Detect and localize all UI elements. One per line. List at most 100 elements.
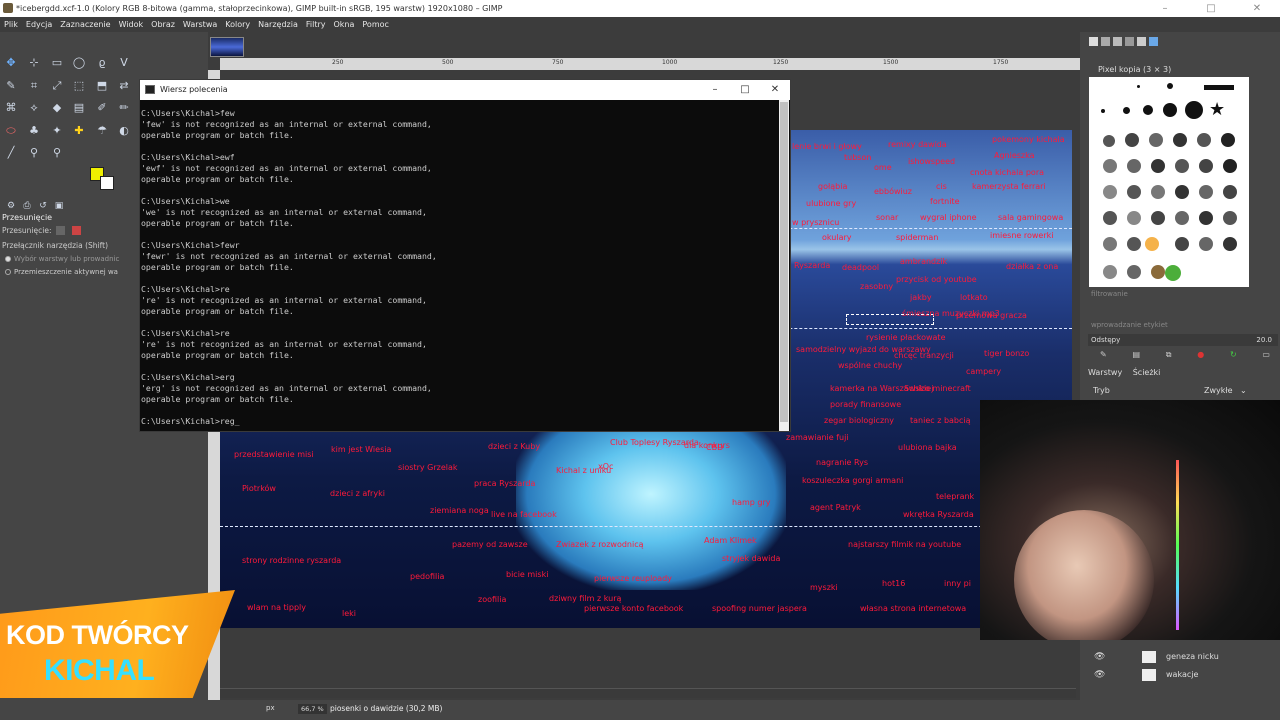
airbrush-icon[interactable]: ♣ [27, 124, 41, 138]
move-layer-icon[interactable] [56, 226, 65, 235]
rect-select-icon[interactable]: ▭ [50, 56, 64, 70]
brush-swatch[interactable] [1221, 133, 1235, 147]
brush-swatch[interactable] [1127, 185, 1141, 199]
star-brush-icon[interactable]: ★ [1209, 99, 1225, 120]
layer-row[interactable]: 👁 geneza nicku [1090, 648, 1278, 666]
brush-swatch[interactable] [1175, 185, 1189, 199]
brush-swatch[interactable] [1149, 133, 1163, 147]
mode-select[interactable]: Zwykłe [1204, 386, 1233, 395]
cmd-scrollbar[interactable] [779, 100, 789, 431]
tool-options-tab-icon[interactable]: ⚙ [4, 199, 18, 213]
smudge-icon[interactable]: ☂ [95, 124, 109, 138]
cmd-maximize-button[interactable]: □ [730, 80, 760, 100]
heal-icon[interactable]: ✚ [72, 124, 86, 138]
brush-swatch[interactable] [1151, 211, 1165, 225]
cmd-scroll-thumb[interactable] [780, 102, 788, 422]
brush-swatch[interactable] [1101, 109, 1105, 113]
brush-swatch[interactable] [1103, 135, 1115, 147]
brush-swatch[interactable] [1163, 103, 1177, 117]
cmd-window[interactable]: Wiersz polecenia – □ ✕ C:\Users\Kichal>f… [139, 79, 791, 432]
templates-tab-icon[interactable] [1137, 37, 1146, 46]
perspective-icon[interactable]: ⬒ [95, 79, 109, 93]
brush-swatch[interactable] [1199, 159, 1213, 173]
menu-edycja[interactable]: Edycja [26, 20, 52, 29]
brushes-tab-icon[interactable] [1089, 37, 1098, 46]
clone-icon[interactable]: ✦ [50, 124, 64, 138]
tab-layers[interactable]: Warstwy [1088, 368, 1122, 377]
brush-swatch[interactable] [1137, 85, 1140, 88]
brush-swatch[interactable] [1127, 237, 1141, 251]
eraser-icon[interactable]: ⬭ [4, 124, 18, 138]
menu-okna[interactable]: Okna [333, 20, 354, 29]
menu-kolory[interactable]: Kolory [225, 20, 250, 29]
patterns-tab-icon[interactable] [1101, 37, 1110, 46]
unified-transform-icon[interactable]: ⬚ [72, 79, 86, 93]
brush-swatch[interactable] [1223, 159, 1237, 173]
brush-swatch[interactable] [1223, 211, 1237, 225]
radio-move-active-label[interactable]: Przemieszczenie aktywnej wa [14, 268, 140, 276]
images-tab-icon[interactable]: ▣ [52, 199, 66, 213]
menu-zaznaczenie[interactable]: Zaznaczenie [60, 20, 110, 29]
delete-brush-icon[interactable]: ● [1197, 350, 1204, 360]
minimize-button[interactable]: – [1142, 0, 1188, 17]
fuzzy-select-icon[interactable]: Ⅴ [117, 56, 131, 70]
menu-pomoc[interactable]: Pomoc [362, 20, 389, 29]
canvas-horizontal-scrollbar[interactable] [220, 688, 1076, 698]
brush-swatch[interactable] [1145, 237, 1159, 251]
image-tab-thumbnail[interactable] [210, 37, 244, 57]
lasso-icon[interactable]: ϱ [95, 56, 109, 70]
pencil-icon[interactable]: ✏ [117, 101, 131, 115]
transform-icon[interactable]: ⤢ [50, 79, 64, 93]
layer-name[interactable]: geneza nicku [1166, 648, 1219, 666]
brush-swatch[interactable] [1223, 185, 1237, 199]
menu-narzedzia[interactable]: Narzędzia [258, 20, 298, 29]
dodge-icon[interactable]: ◐ [117, 124, 131, 138]
brush-swatch[interactable] [1199, 185, 1213, 199]
ellipse-select-icon[interactable]: ◯ [72, 56, 86, 70]
brush-swatch[interactable] [1123, 107, 1130, 114]
bucket-fill-icon[interactable]: ◆ [50, 101, 64, 115]
measure-icon[interactable]: ⚲ [27, 146, 41, 160]
device-status-tab-icon[interactable]: ⎙ [20, 199, 34, 213]
menu-plik[interactable]: Plik [4, 20, 18, 29]
documents-tab-icon[interactable] [1125, 37, 1134, 46]
brush-swatch[interactable] [1197, 133, 1211, 147]
move-tool-icon[interactable]: ✥ [4, 56, 18, 70]
brush-swatch[interactable] [1223, 237, 1237, 251]
crop-tool-icon[interactable]: ⌗ [27, 79, 41, 93]
close-button[interactable]: ✕ [1234, 0, 1280, 17]
maximize-button[interactable]: □ [1188, 0, 1234, 17]
paintbrush-icon[interactable]: ✐ [95, 101, 109, 115]
visibility-eye-icon[interactable]: 👁 [1094, 666, 1105, 684]
brush-swatch[interactable] [1199, 211, 1213, 225]
pepper-brush-icon[interactable] [1165, 265, 1181, 281]
zoom-tool-icon[interactable]: ⚲ [50, 146, 64, 160]
undo-history-tab-icon[interactable]: ↺ [36, 199, 50, 213]
duplicate-brush-icon[interactable]: ⧉ [1166, 350, 1172, 360]
radio-pick-layer-label[interactable]: Wybór warstwy lub prowadnic [14, 255, 140, 263]
brush-swatch[interactable] [1103, 237, 1117, 251]
zoom-select[interactable]: 66,7 % [298, 704, 327, 714]
text-tool-icon[interactable]: ╱ [4, 146, 18, 160]
brush-swatch[interactable] [1175, 211, 1189, 225]
edit-brush-icon[interactable]: ✎ [1100, 350, 1107, 360]
brush-swatch[interactable] [1204, 85, 1234, 90]
layer-row[interactable]: 👁 wakacje [1090, 666, 1278, 684]
brush-swatch[interactable] [1103, 185, 1117, 199]
menu-warstwa[interactable]: Warstwa [183, 20, 217, 29]
brush-spacing-slider[interactable]: Odstępy 20.0 [1088, 334, 1278, 346]
menu-filtry[interactable]: Filtry [306, 20, 326, 29]
brush-swatch[interactable] [1199, 237, 1213, 251]
background-color-swatch[interactable] [100, 176, 114, 190]
brush-swatch[interactable] [1173, 133, 1187, 147]
brush-grid[interactable]: ★ [1089, 77, 1249, 287]
radio-pick-layer[interactable] [5, 256, 11, 262]
move-selection-icon[interactable] [72, 226, 81, 235]
radio-move-active[interactable] [5, 269, 11, 275]
path-icon[interactable]: ⟡ [27, 101, 41, 115]
layer-name[interactable]: wakacje [1166, 666, 1198, 684]
visibility-eye-icon[interactable]: 👁 [1094, 648, 1105, 666]
brush-swatch[interactable] [1103, 265, 1117, 279]
brush-swatch[interactable] [1125, 133, 1139, 147]
brush-swatch[interactable] [1143, 105, 1153, 115]
